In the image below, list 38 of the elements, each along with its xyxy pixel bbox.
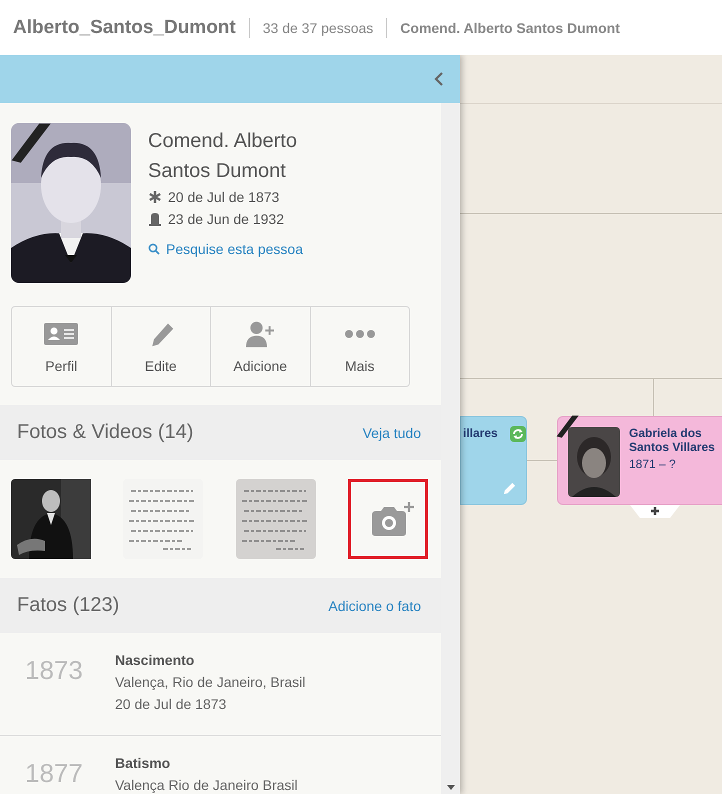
fact-detail: Valença, Rio de Janeiro, Brasil [115,673,306,692]
tombstone-icon [148,212,162,226]
action-button[interactable]: Perfil [12,307,112,386]
collapse-icon[interactable] [434,71,444,87]
death-date: 23 de Jun de 1932 [168,210,284,229]
tree-title: Alberto_Santos_Dumont [13,16,236,38]
add-camera-icon [370,501,414,537]
fact-detail: 20 de Jul de 1873 [115,695,228,714]
person-name: Comend. Alberto Santos Dumont [148,129,298,184]
fact-year: 1873 [25,654,84,687]
section-title: Fatos (123) [17,594,120,617]
search-icon [148,243,160,255]
person-years: 1871 – ? [629,457,677,471]
fact-title: Nascimento [115,651,196,670]
action-button[interactable]: Edite [112,307,211,386]
fact-title: Batismo [115,754,172,773]
action-button[interactable]: Mais [310,307,409,386]
search-person-link[interactable]: Pesquise esta pessoa [148,241,303,257]
person-card[interactable]: illares [460,416,527,505]
add-photo-button[interactable] [348,479,428,559]
person-card[interactable]: Gabriela dos Santos Villares 1871 – ? [557,416,722,505]
add-fact-link[interactable]: Adicione o fato [328,598,421,614]
birth-date: 20 de Jul de 1873 [168,188,280,207]
see-all-link[interactable]: Veja tudo [362,424,421,440]
person-name: illares [463,426,499,440]
sync-icon[interactable] [510,426,526,442]
fact-year: 1877 [25,757,84,790]
expand-tab[interactable] [630,505,680,519]
people-count: 33 de 37 pessoas [262,20,374,36]
scrollbar[interactable] [441,103,460,794]
more-dots-icon [344,330,375,338]
scroll-down-icon[interactable] [447,785,455,790]
fact-detail: Valença Rio de Janeiro Brasil [115,776,298,794]
asterisk-icon [148,190,162,204]
section-title: Fotos & Videos (14) [17,421,194,444]
action-button[interactable]: Adicione [211,307,310,386]
selected-person-name: Comend. Alberto Santos Dumont [400,20,620,36]
person-name: Gabriela dos Santos Villares [629,426,716,454]
